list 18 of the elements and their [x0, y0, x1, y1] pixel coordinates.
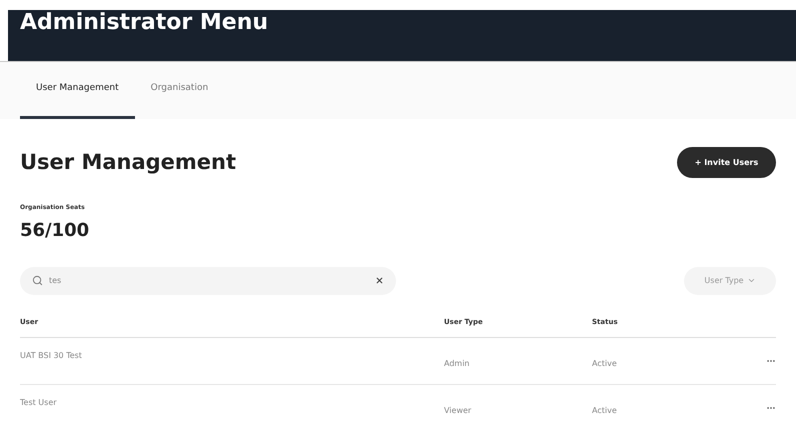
- table-cell-text: Test User: [20, 397, 58, 409]
- user-type-dropdown[interactable]: User Type: [684, 266, 776, 294]
- table-cell-text: UAT BSI 30 Test: [20, 350, 83, 362]
- table-cell: Active: [592, 358, 617, 370]
- tab[interactable]: User Management: [20, 62, 135, 119]
- table-cell-text: Viewer: [444, 405, 472, 417]
- header-title: Administrator Menu: [20, 9, 268, 37]
- search-field[interactable]: tes: [20, 266, 396, 294]
- search-icon: [32, 275, 43, 286]
- table-cell: Active: [592, 405, 617, 417]
- tab[interactable]: Organisation: [134, 62, 224, 119]
- invite-users-button[interactable]: + Invite Users: [677, 147, 776, 178]
- clear-icon[interactable]: [375, 276, 384, 285]
- page-title: User Management: [20, 149, 236, 176]
- chevron-down-icon: [746, 276, 756, 285]
- table-cell-text: Admin: [444, 358, 470, 370]
- seats-value: 56/100: [20, 218, 90, 242]
- search-text: tes: [49, 274, 62, 286]
